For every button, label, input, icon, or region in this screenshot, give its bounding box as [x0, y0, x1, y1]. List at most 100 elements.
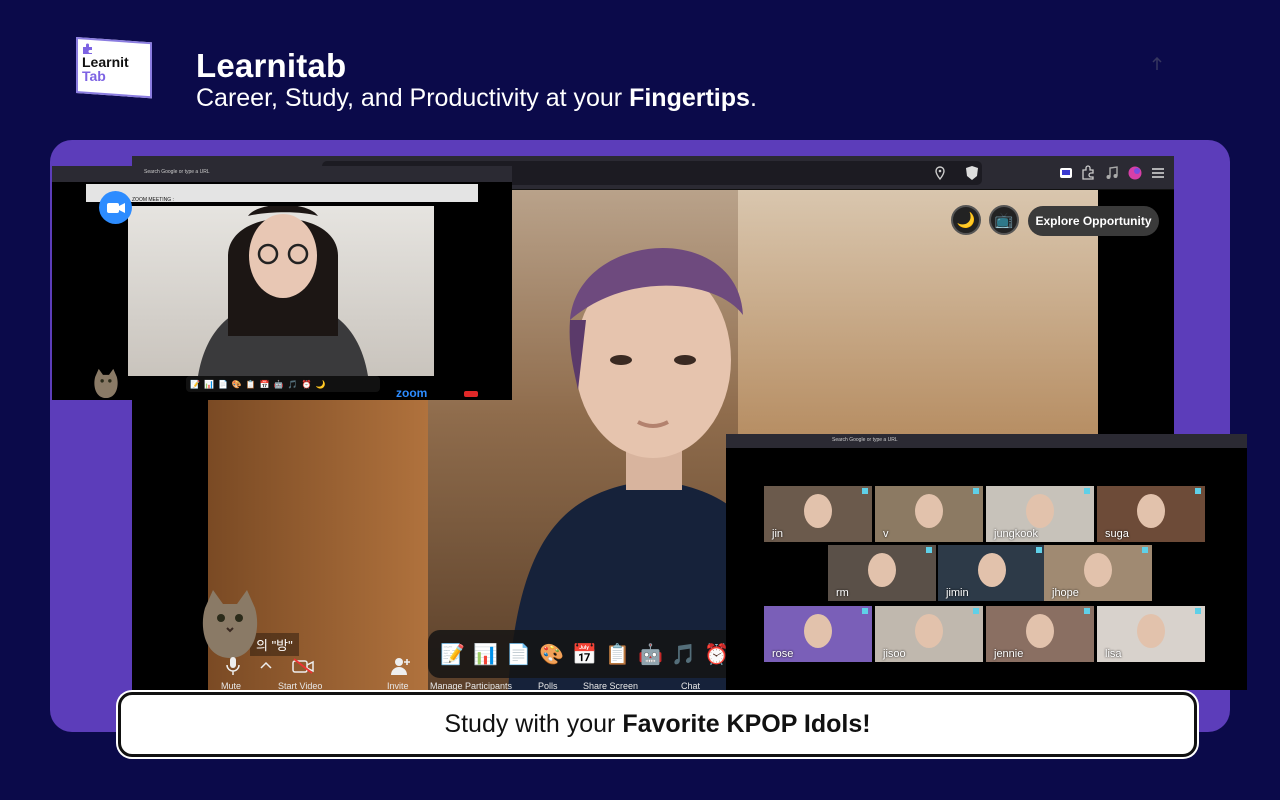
chart-icon[interactable]: 📊 [473, 642, 498, 667]
participant-tile[interactable]: jimin [938, 545, 1046, 601]
palette-icon[interactable]: 🎨 [539, 642, 564, 667]
document-icon[interactable]: 📄 [506, 642, 531, 667]
manage-participants-label[interactable]: Manage Participants [430, 681, 512, 691]
participant-tile[interactable]: rose [764, 606, 872, 662]
right-browser-window: Search Google or type a URL jin v jungkook… [726, 434, 1247, 690]
polls-label[interactable]: Polls [538, 681, 558, 691]
logo-line2: Tab [82, 68, 106, 84]
participant-face [1137, 614, 1165, 648]
participant-badge [1142, 547, 1148, 553]
notepad-icon[interactable]: 📝 [440, 642, 465, 667]
participant-badge [862, 488, 868, 494]
participant-tile[interactable]: lisa [1097, 606, 1205, 662]
participant-face [915, 614, 943, 648]
mini-moon-icon[interactable]: 🌙 [316, 380, 326, 389]
location-icon[interactable] [932, 165, 948, 181]
tv-mode-icon[interactable]: 📺 [989, 205, 1019, 235]
participant-face [1026, 494, 1054, 528]
participant-badge [1036, 547, 1042, 553]
subtitle-suffix: . [749, 84, 757, 112]
mini-robot-icon[interactable]: 🤖 [274, 380, 284, 389]
profile-avatar-icon[interactable] [1127, 165, 1143, 181]
start-video-label[interactable]: Start Video [278, 681, 322, 691]
participant-face [915, 494, 943, 528]
invite-icon[interactable] [390, 656, 412, 676]
bottom-caption: Study with your Favorite KPOP Idols! [118, 692, 1197, 757]
mic-icon[interactable] [224, 656, 242, 676]
participant-tile[interactable]: jungkook [986, 486, 1094, 542]
learnitab-logo: Learnit Tab [76, 37, 158, 103]
learnitab-tool-dock: 📝 📊 📄 🎨 📅 📋 🤖 🎵 ⏰ [428, 630, 738, 678]
participant-name: jimin [946, 587, 969, 599]
brave-shield-icon[interactable] [964, 165, 980, 181]
zoom-camera-icon [99, 191, 132, 224]
left-mini-dock: 📝 📊 📄 🎨 📋 📅 🤖 🎵 ⏰ 🌙 [186, 376, 380, 392]
zoom-meeting-title: ZOOM MEETING : [132, 197, 174, 203]
cat-sticker-main [202, 590, 258, 658]
end-meeting-button[interactable] [464, 391, 478, 397]
menu-hamburger-icon[interactable] [1150, 165, 1166, 181]
subtitle-bold: Fingertips [629, 84, 750, 112]
participant-name: rm [836, 587, 849, 599]
clipboard-icon[interactable]: 📋 [605, 642, 630, 667]
explore-opportunity-button[interactable]: Explore Opportunity [1028, 206, 1159, 236]
chat-label[interactable]: Chat [681, 681, 700, 691]
mini-chart-icon[interactable]: 📊 [204, 380, 214, 389]
participant-name: lisa [1105, 648, 1122, 660]
brand-title: Learnitab [196, 47, 347, 84]
brand-subtitle: Career, Study, and Productivity at your … [196, 84, 757, 113]
subtitle-prefix: Career, Study, and Productivity at your [196, 84, 630, 112]
calendar-icon[interactable]: 📅 [572, 642, 597, 667]
invite-label[interactable]: Invite [387, 681, 409, 691]
mini-palette-icon[interactable]: 🎨 [232, 380, 242, 389]
logo-line1: Learnit [82, 54, 129, 70]
mini-alarm-icon[interactable]: ⏰ [302, 380, 312, 389]
participant-badge [862, 608, 868, 614]
participant-badge [926, 547, 932, 553]
participant-tile[interactable]: v [875, 486, 983, 542]
participant-tile[interactable]: rm [828, 545, 936, 601]
dark-mode-moon-icon[interactable]: 🌙 [951, 205, 981, 235]
mini-music-icon[interactable]: 🎵 [288, 380, 298, 389]
music-icon[interactable]: 🎵 [671, 642, 696, 667]
chevron-up-icon[interactable] [260, 660, 272, 670]
participant-tile[interactable]: jennie [986, 606, 1094, 662]
participant-face [978, 553, 1006, 587]
participant-name: jungkook [994, 528, 1039, 540]
left-participant-figure [198, 206, 368, 376]
participant-badge [973, 608, 979, 614]
participant-tile[interactable]: jhope [1044, 545, 1152, 601]
cat-sticker-left [94, 368, 118, 398]
participant-face [1026, 614, 1054, 648]
participant-tile[interactable]: jisoo [875, 606, 983, 662]
mini-clipboard-icon[interactable]: 📋 [246, 380, 256, 389]
participant-tile[interactable]: suga [1097, 486, 1205, 542]
participant-name: suga [1105, 528, 1129, 540]
extensions-puzzle-icon[interactable] [1080, 165, 1096, 181]
participant-badge [1084, 488, 1090, 494]
mute-label[interactable]: Mute [221, 681, 241, 691]
video-off-icon[interactable] [292, 658, 314, 674]
participant-name: v [883, 528, 889, 540]
learnitab-extension-icon[interactable] [1058, 165, 1074, 181]
right-browser-toolbar: Search Google or type a URL [726, 434, 1247, 448]
left-url-placeholder[interactable]: Search Google or type a URL [144, 169, 210, 175]
participant-name: jisoo [883, 648, 906, 660]
music-note-icon[interactable] [1104, 165, 1120, 181]
participant-tile[interactable]: jin [764, 486, 872, 542]
zoom-meeting-header: ZOOM MEETING : [86, 184, 478, 203]
participant-face [804, 494, 832, 528]
mini-document-icon[interactable]: 📄 [218, 380, 228, 389]
participant-face [1084, 553, 1112, 587]
participant-badge [1195, 608, 1201, 614]
robot-icon[interactable]: 🤖 [638, 642, 663, 667]
participant-name: jennie [994, 648, 1024, 660]
logo-text: Learnit Tab [82, 55, 129, 83]
share-screen-label[interactable]: Share Screen [583, 681, 638, 691]
right-url-placeholder[interactable]: Search Google or type a URL [832, 437, 898, 443]
mini-calendar-icon[interactable]: 📅 [260, 380, 270, 389]
participant-face [868, 553, 896, 587]
zoom-logo-text: zoom [396, 386, 428, 400]
mini-notepad-icon[interactable]: 📝 [190, 380, 200, 389]
caption-prefix: Study with your [444, 710, 616, 738]
